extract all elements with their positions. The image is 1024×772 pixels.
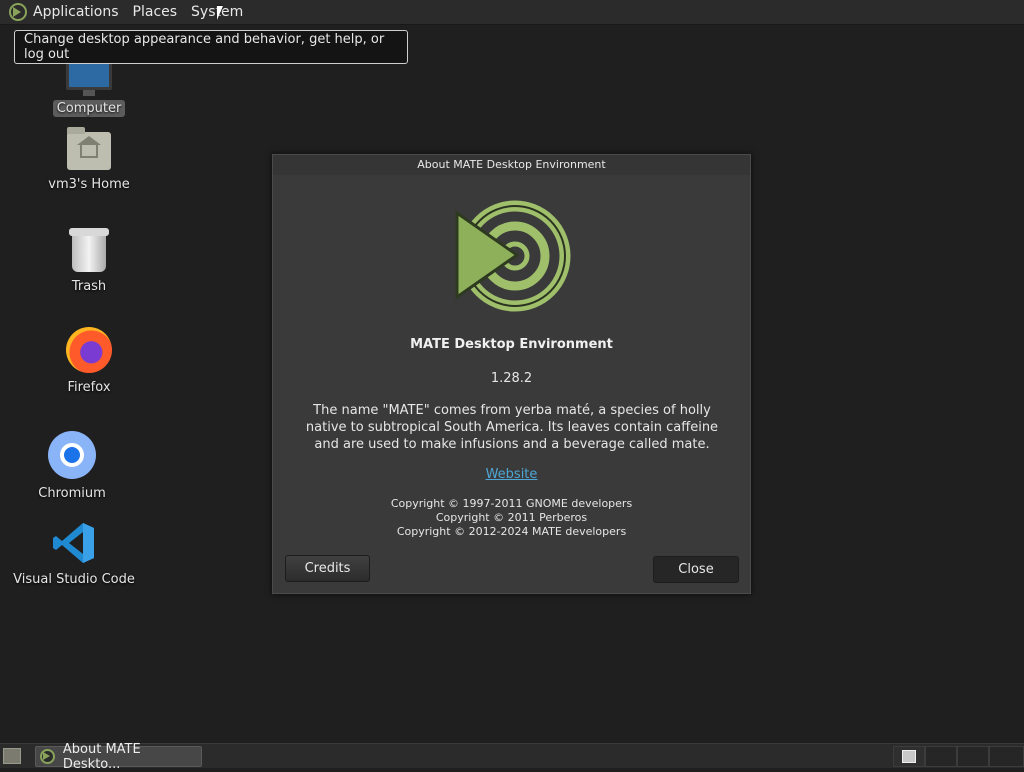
- top-panel: Applications Places System: [0, 0, 1024, 25]
- copyright-line: Copyright © 2012-2024 MATE developers: [396, 525, 627, 538]
- places-menu-label: Places: [132, 4, 178, 20]
- workspace-1[interactable]: [893, 746, 925, 767]
- desktop-icon-label: Visual Studio Code: [13, 572, 135, 587]
- show-desktop-icon[interactable]: [3, 748, 21, 764]
- taskbar-window-button[interactable]: About MATE Deskto...: [35, 742, 202, 772]
- computer-icon: [66, 60, 112, 96]
- workspace-4[interactable]: [989, 746, 1024, 767]
- workspace-3[interactable]: [957, 746, 989, 767]
- credits-button[interactable]: Credits: [285, 555, 370, 582]
- copyright-block: Copyright © 1997-2011 GNOME developers C…: [273, 497, 750, 539]
- dialog-title: About MATE Desktop Environment: [273, 155, 750, 175]
- vscode-icon: [52, 521, 96, 565]
- desktop-icon-label: Computer: [52, 100, 126, 117]
- mate-logo-icon: [9, 3, 27, 21]
- desktop-icon-label: vm3's Home: [48, 177, 130, 192]
- firefox-icon: [66, 327, 112, 373]
- mate-logo-icon: [40, 749, 55, 764]
- workspace-2[interactable]: [925, 746, 957, 767]
- app-name: MATE Desktop Environment: [410, 337, 613, 352]
- app-version: 1.28.2: [490, 371, 533, 386]
- places-menu[interactable]: Places: [126, 0, 185, 25]
- about-dialog: About MATE Desktop Environment MATE Desk…: [272, 154, 751, 594]
- desktop-icon-chromium[interactable]: Chromium: [36, 431, 108, 502]
- desktop-icon-label: Firefox: [67, 380, 111, 395]
- close-button-label: Close: [678, 562, 714, 577]
- desktop-icon-label: Chromium: [38, 486, 106, 501]
- bottom-panel: About MATE Deskto...: [0, 742, 1024, 772]
- copyright-line: Copyright © 2011 Perberos: [435, 511, 588, 524]
- copyright-line: Copyright © 1997-2011 GNOME developers: [390, 497, 633, 510]
- desktop-icon-label: Trash: [71, 279, 107, 294]
- desktop-icon-computer[interactable]: Computer: [52, 60, 126, 117]
- desktop-icon-firefox[interactable]: Firefox: [54, 327, 124, 396]
- applications-menu-label: Applications: [33, 4, 119, 20]
- taskbar-window-label: About MATE Deskto...: [62, 741, 141, 772]
- website-link[interactable]: Website: [273, 467, 750, 482]
- home-folder-icon: [67, 127, 111, 170]
- desktop-icon-vscode[interactable]: Visual Studio Code: [13, 521, 135, 588]
- mouse-cursor-icon: [217, 6, 223, 20]
- mate-logo-icon: [453, 199, 571, 317]
- applications-menu[interactable]: Applications: [0, 0, 126, 25]
- chromium-icon: [48, 431, 96, 479]
- tooltip-text: Change desktop appearance and behavior, …: [24, 32, 385, 62]
- trash-icon: [69, 228, 109, 272]
- app-description: The name "MATE" comes from yerba maté, a…: [305, 403, 719, 452]
- credits-button-label: Credits: [304, 561, 351, 576]
- system-menu-tooltip: Change desktop appearance and behavior, …: [14, 30, 408, 64]
- desktop-icon-trash[interactable]: Trash: [54, 228, 124, 295]
- desktop-icon-home[interactable]: vm3's Home: [44, 127, 134, 193]
- close-button[interactable]: Close: [653, 556, 739, 583]
